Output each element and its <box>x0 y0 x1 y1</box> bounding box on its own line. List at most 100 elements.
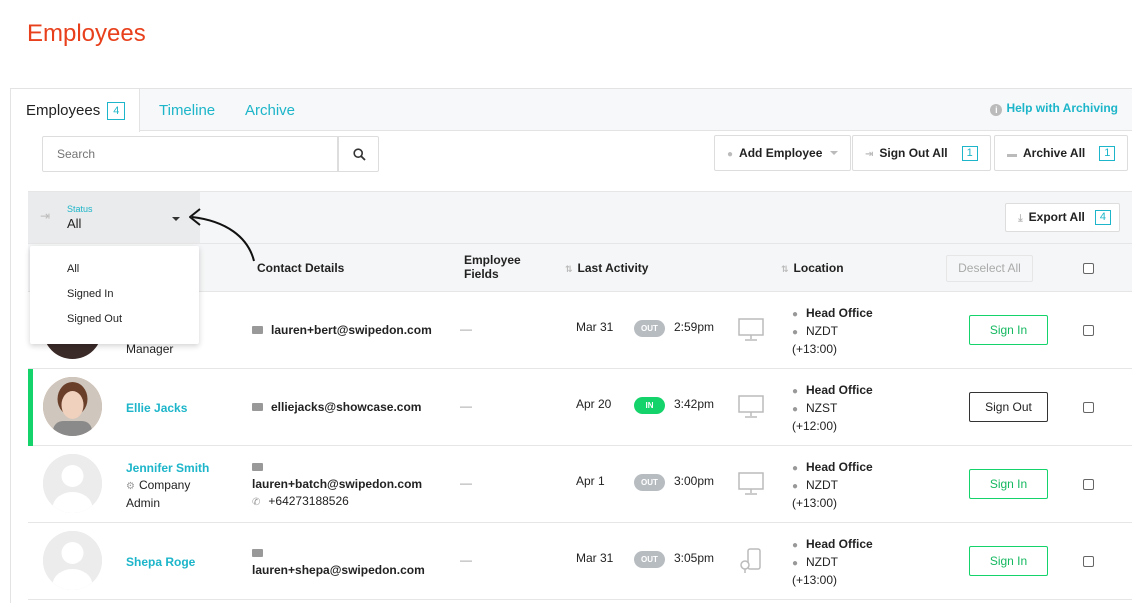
info-icon: i <box>990 104 1003 116</box>
status-option-signed-out[interactable]: Signed Out <box>67 313 122 325</box>
column-location[interactable]: ⇅ Location <box>781 261 844 275</box>
employee-fields: — <box>460 553 472 567</box>
employee-fields: — <box>460 476 472 490</box>
search-button[interactable] <box>338 136 379 172</box>
employee-email[interactable]: lauren+bert@swipedon.com <box>271 323 432 337</box>
export-all-count: 4 <box>1094 210 1111 225</box>
computer-icon <box>738 318 764 341</box>
help-archiving-label: Help with Archiving <box>1006 101 1118 115</box>
employee-email[interactable]: lauren+shepa@swipedon.com <box>252 562 425 579</box>
sign-out-all-count: 1 <box>961 146 978 161</box>
row-checkbox[interactable] <box>1083 325 1094 336</box>
status-dropdown-menu: All Signed In Signed Out <box>30 246 199 344</box>
activity-date: Mar 31 <box>576 320 614 334</box>
activity-time: 3:00pm <box>674 474 715 488</box>
add-employee-button[interactable]: ● Add Employee <box>714 135 852 171</box>
search-input[interactable] <box>42 136 338 172</box>
globe-icon: ● <box>792 481 799 492</box>
column-employee-fields: Employee Fields <box>464 253 521 281</box>
location-name: Head Office <box>806 383 873 397</box>
table-row: Ellie Jacks elliejacks@showcase.com — Ap… <box>28 369 1132 446</box>
table-row: Shepa Roge lauren+shepa@swipedon.com — M… <box>28 523 1132 600</box>
map-pin-icon: ● <box>792 386 799 397</box>
page-title: Employees <box>27 20 146 47</box>
timezone: NZST <box>806 401 838 415</box>
sign-in-button[interactable]: Sign In <box>969 315 1048 345</box>
tabs-bar: Employees 4 Timeline Archive i Help with A… <box>11 89 1132 132</box>
employee-fields: — <box>460 322 472 336</box>
status-badge: OUT <box>634 474 665 491</box>
annotation-arrow-icon <box>189 208 255 262</box>
gear-icon: ⚙ <box>126 481 135 492</box>
tab-archive[interactable]: Archive <box>245 89 295 131</box>
caret-down-icon <box>172 217 180 221</box>
activity-time: 3:05pm <box>674 551 715 565</box>
globe-icon: ● <box>792 558 799 569</box>
avatar <box>43 531 102 590</box>
employee-name[interactable]: Ellie Jacks <box>126 401 187 415</box>
row-checkbox[interactable] <box>1083 402 1094 413</box>
row-checkbox[interactable] <box>1083 479 1094 490</box>
tab-timeline[interactable]: Timeline <box>159 89 215 131</box>
globe-icon: ● <box>792 327 799 338</box>
status-filter-label: Status <box>67 204 93 214</box>
employee-role: ⚙ Company Admin <box>126 477 190 512</box>
map-pin-icon: ● <box>792 463 799 474</box>
phone-icon: ✆ <box>252 497 261 508</box>
employee-phone[interactable]: +64273188526 <box>268 494 348 508</box>
employees-panel: Employees 4 Timeline Archive i Help with A… <box>10 88 1132 603</box>
archive-all-count: 1 <box>1099 146 1116 161</box>
sign-out-button[interactable]: Sign Out <box>969 392 1048 422</box>
select-all-checkbox[interactable] <box>1083 263 1094 274</box>
table-row: Jennifer Smith ⚙ Company Admin lauren+bat… <box>28 446 1132 523</box>
add-employee-label: Add Employee <box>739 146 823 160</box>
employee-role-line1: Company <box>138 478 191 492</box>
status-option-signed-in[interactable]: Signed In <box>67 288 113 300</box>
sign-in-button[interactable]: Sign In <box>969 546 1048 576</box>
default-avatar-icon <box>43 531 102 590</box>
timezone: NZDT <box>806 555 838 569</box>
deselect-all-button[interactable]: Deselect All <box>946 255 1033 282</box>
mobile-location-icon <box>740 548 761 573</box>
computer-icon <box>738 395 764 418</box>
globe-icon: ● <box>792 404 799 415</box>
export-all-button[interactable]: ⤓ Export All 4 <box>1005 203 1120 232</box>
column-employee-fields-line1: Employee <box>464 253 521 267</box>
employee-name[interactable]: Jennifer Smith <box>126 461 209 475</box>
activity-date: Apr 20 <box>576 397 612 411</box>
tab-employees-label: Employees <box>26 102 101 119</box>
timezone-offset: (+12:00) <box>792 419 838 433</box>
mail-icon <box>252 463 263 471</box>
status-badge: IN <box>634 397 665 414</box>
chevron-down-icon <box>830 151 839 155</box>
archive-all-button[interactable]: ▬ Archive All 1 <box>994 135 1129 171</box>
activity-date: Apr 1 <box>576 474 605 488</box>
sign-in-icon: ⇥ <box>40 209 51 223</box>
sign-out-all-button[interactable]: ⇥ Sign Out All 1 <box>852 135 991 171</box>
person-photo-icon <box>43 377 102 436</box>
default-avatar-icon <box>43 454 102 513</box>
column-last-activity[interactable]: ⇅ Last Activity <box>565 261 648 275</box>
column-location-label: Location <box>793 261 844 275</box>
employee-email[interactable]: lauren+batch@swipedon.com <box>252 476 422 493</box>
row-checkbox[interactable] <box>1083 556 1094 567</box>
location-name: Head Office <box>806 460 873 474</box>
download-icon: ⤓ <box>1018 213 1023 224</box>
archive-icon: ▬ <box>1007 149 1017 160</box>
tab-employees[interactable]: Employees 4 <box>11 89 141 132</box>
employee-name[interactable]: Shepa Roge <box>126 555 195 569</box>
contact-details: lauren+shepa@swipedon.com <box>252 545 425 579</box>
column-last-activity-label: Last Activity <box>577 261 649 275</box>
location-info: ● Head Office ● NZST (+12:00) <box>792 382 873 435</box>
help-archiving-link[interactable]: i Help with Archiving <box>990 101 1118 116</box>
status-filter[interactable]: ⇥ Status All <box>28 192 200 244</box>
sign-in-button[interactable]: Sign In <box>969 469 1048 499</box>
search-icon <box>353 148 366 161</box>
employee-role-line2: Admin <box>126 496 161 510</box>
mail-icon <box>252 403 263 411</box>
archive-all-label: Archive All <box>1023 146 1086 160</box>
location-name: Head Office <box>806 537 873 551</box>
employee-email[interactable]: elliejacks@showcase.com <box>271 400 421 414</box>
status-option-all[interactable]: All <box>67 263 79 275</box>
sort-icon: ⇅ <box>565 264 573 274</box>
